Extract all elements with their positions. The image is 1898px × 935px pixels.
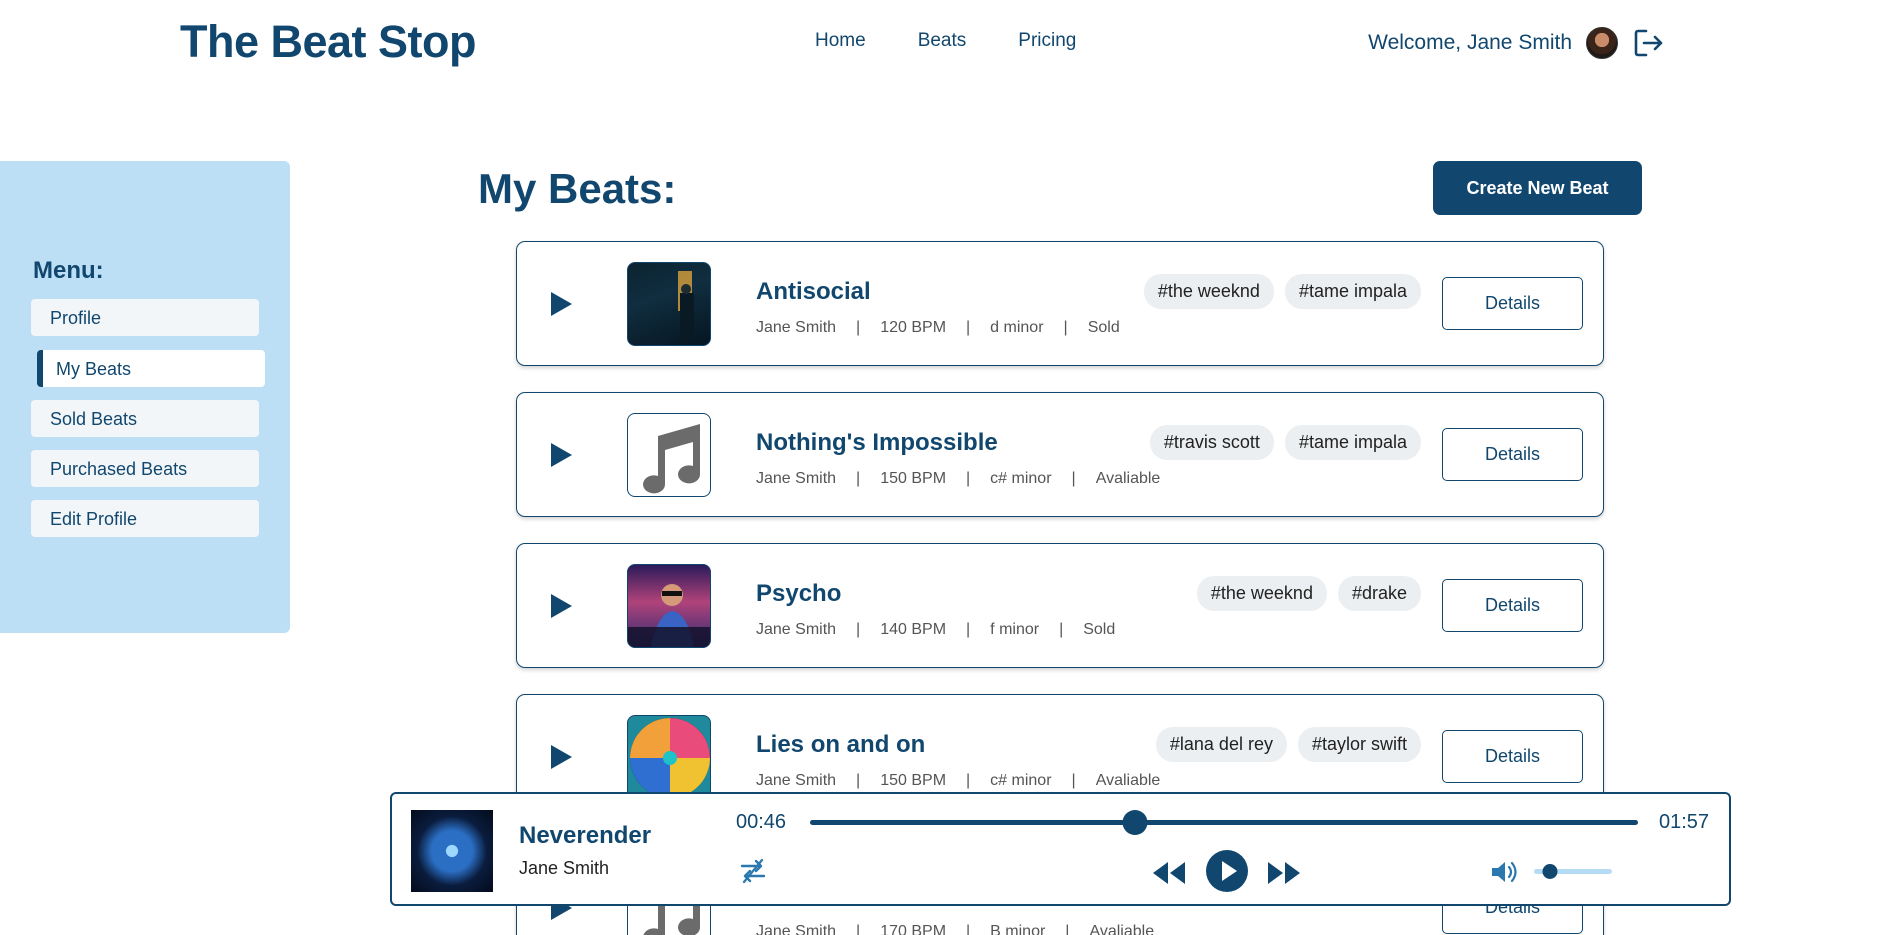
beat-cover-art — [627, 715, 711, 799]
beat-tag[interactable]: #travis scott — [1149, 425, 1274, 460]
beat-title[interactable]: Psycho — [756, 580, 841, 608]
beat-card: Antisocial Jane Smith | 120 BPM | d minor |… — [516, 241, 1604, 366]
details-button[interactable]: Details — [1442, 730, 1583, 783]
create-new-beat-button[interactable]: Create New Beat — [1433, 161, 1642, 215]
beat-title[interactable]: Lies on and on — [756, 731, 925, 759]
beat-title[interactable]: Nothing's Impossible — [756, 429, 998, 457]
beat-cover-art — [627, 564, 711, 648]
play-icon[interactable] — [1205, 849, 1249, 893]
beat-key: c# minor — [990, 470, 1052, 487]
play-icon[interactable] — [548, 743, 574, 771]
beat-key: c# minor — [990, 772, 1052, 789]
main-nav: Home Beats Pricing — [815, 30, 1128, 52]
beat-bpm: 170 BPM — [880, 923, 947, 935]
beat-artist: Jane Smith — [756, 772, 837, 789]
repeat-icon[interactable] — [738, 856, 768, 886]
beat-tag[interactable]: #tame impala — [1284, 274, 1421, 309]
beat-meta: Jane Smith | 120 BPM | d minor | Sold — [756, 319, 1120, 336]
beat-artist: Jane Smith — [756, 470, 837, 487]
beat-meta: Jane Smith | 150 BPM | c# minor | Avaliable — [756, 470, 1161, 487]
details-button[interactable]: Details — [1442, 579, 1583, 632]
audio-player: Neverender Jane Smith 00:46 01:57 — [390, 792, 1731, 906]
beat-bpm: 150 BPM — [880, 772, 947, 789]
sidebar-item-purchased-beats[interactable]: Purchased Beats — [31, 450, 259, 487]
volume-handle[interactable] — [1542, 864, 1558, 879]
avatar[interactable] — [1586, 27, 1618, 59]
beat-bpm: 150 BPM — [880, 470, 947, 487]
beat-artist: Jane Smith — [756, 923, 837, 935]
total-time: 01:57 — [1659, 811, 1710, 833]
menu-title: Menu: — [33, 257, 104, 284]
fast-forward-icon[interactable] — [1266, 860, 1302, 886]
beat-tag[interactable]: #taylor swift — [1297, 727, 1421, 762]
beat-status: Sold — [1083, 621, 1116, 638]
beat-status: Avaliable — [1089, 923, 1155, 935]
beat-artist: Jane Smith — [756, 621, 837, 638]
beat-tag[interactable]: #drake — [1337, 576, 1421, 611]
beat-tags: #travis scott #tame impala — [1149, 425, 1421, 460]
details-button[interactable]: Details — [1442, 428, 1583, 481]
rewind-icon[interactable] — [1151, 860, 1187, 886]
beat-tag[interactable]: #lana del rey — [1155, 727, 1287, 762]
player-cover-art — [411, 810, 493, 892]
beat-tags: #the weeknd #tame impala — [1143, 274, 1421, 309]
beat-card: Psycho Jane Smith | 140 BPM | f minor | Sol… — [516, 543, 1604, 668]
current-time: 00:46 — [736, 811, 787, 833]
nav-beats-link[interactable]: Beats — [918, 30, 967, 52]
player-track-artist: Jane Smith — [519, 858, 610, 878]
beat-title[interactable]: Antisocial — [756, 278, 871, 306]
sidebar-item-profile[interactable]: Profile — [31, 299, 259, 336]
beat-tag[interactable]: #tame impala — [1284, 425, 1421, 460]
music-note-icon — [627, 413, 711, 497]
details-button[interactable]: Details — [1442, 277, 1583, 330]
beat-key: B minor — [990, 923, 1046, 935]
logout-icon[interactable] — [1632, 26, 1666, 60]
nav-home-link[interactable]: Home — [815, 30, 866, 52]
beat-status: Sold — [1087, 319, 1120, 336]
beat-card: Nothing's Impossible Jane Smith | 150 BPM… — [516, 392, 1604, 517]
beat-cover-art — [627, 262, 711, 346]
beat-meta: Jane Smith | 150 BPM | c# minor | Avaliable — [756, 772, 1161, 789]
play-icon[interactable] — [548, 290, 574, 318]
sidebar-item-edit-profile[interactable]: Edit Profile — [31, 500, 259, 537]
volume-slider[interactable] — [1534, 864, 1612, 879]
beat-key: f minor — [990, 621, 1040, 638]
play-icon[interactable] — [548, 441, 574, 469]
page-title: My Beats: — [478, 165, 677, 212]
beat-tag[interactable]: #the weeknd — [1196, 576, 1327, 611]
volume-icon[interactable] — [1489, 858, 1519, 886]
beat-bpm: 140 BPM — [880, 621, 947, 638]
beat-status: Avaliable — [1095, 470, 1161, 487]
beat-tags: #the weeknd #drake — [1196, 576, 1421, 611]
progress-bar[interactable] — [810, 810, 1638, 835]
sidebar-item-my-beats[interactable]: My Beats — [37, 350, 265, 387]
welcome-text: Welcome, Jane Smith — [1368, 31, 1572, 54]
player-track-title: Neverender — [519, 822, 652, 849]
sidebar: Menu: Profile My Beats Sold Beats Purcha… — [0, 161, 290, 633]
site-logo[interactable]: The Beat Stop — [180, 16, 477, 68]
play-icon[interactable] — [548, 592, 574, 620]
beat-meta: Jane Smith | 170 BPM | B minor | Avaliable — [756, 923, 1154, 935]
sidebar-item-sold-beats[interactable]: Sold Beats — [31, 400, 259, 437]
beat-bpm: 120 BPM — [880, 319, 947, 336]
beat-key: d minor — [990, 319, 1044, 336]
beat-tags: #lana del rey #taylor swift — [1155, 727, 1421, 762]
progress-handle[interactable] — [1122, 810, 1148, 835]
beat-tag[interactable]: #the weeknd — [1143, 274, 1274, 309]
user-welcome: Welcome, Jane Smith — [1368, 26, 1666, 60]
beat-artist: Jane Smith — [756, 319, 837, 336]
beat-meta: Jane Smith | 140 BPM | f minor | Sold — [756, 621, 1116, 638]
beat-status: Avaliable — [1095, 772, 1161, 789]
nav-pricing-link[interactable]: Pricing — [1018, 30, 1076, 52]
